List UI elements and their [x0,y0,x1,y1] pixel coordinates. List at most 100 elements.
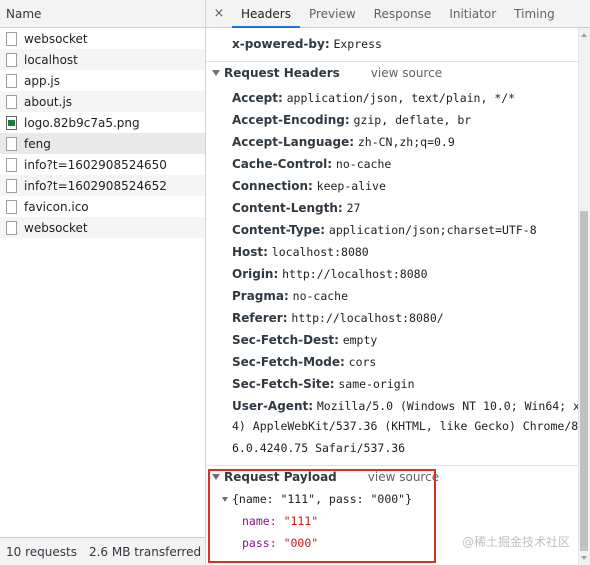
request-name: favicon.ico [24,199,89,214]
payload-field: name: "111" [242,513,318,529]
request-payload-view-source-link[interactable]: view source [368,470,439,484]
request-row[interactable]: localhost [0,49,205,70]
header-key: Accept-Language: [232,135,355,149]
header-row: Host: localhost:8080 [232,244,369,260]
header-row: Accept-Encoding: gzip, deflate, br [232,112,471,128]
request-row[interactable]: info?t=1602908524652 [0,175,205,196]
payload-object-summary[interactable]: {name: "111", pass: "000"} [222,491,412,507]
document-icon [6,157,17,172]
transferred-size: 2.6 MB transferred [88,544,202,559]
collapse-triangle-icon[interactable] [212,70,220,76]
close-icon[interactable]: × [206,0,232,27]
devtools-network-panel: Name websocket localhost app.js about.js… [0,0,590,565]
header-value-continuation: 4) AppleWebKit/537.36 (KHTML, like Gecko… [232,419,578,433]
header-key: Content-Type: [232,223,326,237]
request-name: websocket [24,220,88,235]
header-value: same-origin [338,377,415,391]
header-key: x-powered-by: [232,37,330,51]
tab-initiator[interactable]: Initiator [440,0,505,27]
header-key: Sec-Fetch-Mode: [232,355,345,369]
header-value: no-cache [292,289,349,303]
request-row-selected[interactable]: feng [0,133,205,154]
document-icon [6,178,17,193]
header-value: http://localhost:8080 [282,267,428,281]
request-payload-label: Request Payload [224,470,337,484]
request-row[interactable]: websocket [0,217,205,238]
watermark-text: @稀土掘金技术社区 [461,535,570,549]
header-key: Pragma: [232,289,289,303]
header-row: Accept-Language: zh-CN,zh;q=0.9 [232,134,455,150]
header-row: Sec-Fetch-Dest: empty [232,332,377,348]
header-key: Content-Length: [232,201,343,215]
document-icon [6,52,17,67]
tab-response[interactable]: Response [365,0,441,27]
request-headers-section-title[interactable]: Request Headers view source [212,66,442,80]
tab-headers[interactable]: Headers [232,0,300,28]
header-key: Accept-Encoding: [232,113,350,127]
header-value: application/json;charset=UTF-8 [328,223,537,237]
document-icon [6,136,17,151]
header-row: Cache-Control: no-cache [232,156,391,172]
request-name: info?t=1602908524650 [24,157,167,172]
request-payload-section-title[interactable]: Request Payload view source [212,470,439,484]
request-row[interactable]: websocket [0,28,205,49]
header-row: x-powered-by: Express [232,36,382,52]
header-key: Referer: [232,311,288,325]
header-row: Sec-Fetch-Site: same-origin [232,376,415,392]
header-row: Pragma: no-cache [232,288,348,304]
header-value: zh-CN,zh;q=0.9 [357,135,455,149]
request-name: app.js [24,73,60,88]
header-value-continuation: 6.0.4240.75 Safari/537.36 [232,441,406,455]
status-bar: 10 requests 2.6 MB transferred [0,537,205,565]
header-value: keep-alive [316,179,386,193]
section-divider [206,61,578,62]
header-row: Accept: application/json, text/plain, */… [232,90,515,106]
header-value: cors [348,355,377,369]
section-divider [206,465,578,466]
name-column-header[interactable]: Name [0,0,205,28]
header-key: Sec-Fetch-Site: [232,377,335,391]
expand-triangle-icon[interactable] [222,497,228,502]
request-list-pane: Name websocket localhost app.js about.js… [0,0,206,565]
header-key: User-Agent: [232,399,314,413]
scrollbar-thumb[interactable] [580,211,588,551]
header-key: Host: [232,245,268,259]
collapse-triangle-icon[interactable] [212,474,220,480]
request-row[interactable]: app.js [0,70,205,91]
document-icon [6,220,17,235]
request-name: websocket [24,31,88,46]
document-icon [6,73,17,88]
request-row[interactable]: about.js [0,91,205,112]
request-name: info?t=1602908524652 [24,178,167,193]
header-value: application/json, text/plain, */* [286,91,516,105]
payload-key: pass: [242,536,277,550]
header-row: Content-Length: 27 [232,200,360,216]
vertical-scrollbar[interactable] [578,28,590,565]
header-row: Sec-Fetch-Mode: cors [232,354,376,370]
header-value: http://localhost:8080/ [291,311,444,325]
header-value: Mozilla/5.0 (Windows NT 10.0; Win64; x6 [316,399,578,413]
header-key: Origin: [232,267,279,281]
request-row[interactable]: favicon.ico [0,196,205,217]
header-row: User-Agent: Mozilla/5.0 (Windows NT 10.0… [232,398,578,414]
header-key: Accept: [232,91,283,105]
scroll-up-arrow-icon[interactable] [581,33,587,37]
tab-timing[interactable]: Timing [505,0,564,27]
request-row[interactable]: logo.82b9c7a5.png [0,112,205,133]
payload-value: "000" [283,536,319,550]
request-name: logo.82b9c7a5.png [24,115,140,130]
scroll-down-arrow-icon[interactable] [581,556,587,560]
header-value: gzip, deflate, br [353,113,472,127]
request-name: about.js [24,94,73,109]
tab-preview[interactable]: Preview [300,0,365,27]
payload-key: name: [242,514,277,528]
request-headers-view-source-link[interactable]: view source [371,66,442,80]
header-key: Cache-Control: [232,157,333,171]
request-name: localhost [24,52,78,67]
document-icon [6,199,17,214]
header-value: empty [342,333,378,347]
name-column-label: Name [6,6,42,21]
request-row[interactable]: info?t=1602908524650 [0,154,205,175]
payload-summary-text: {name: "111", pass: "000"} [232,492,413,506]
header-row: Content-Type: application/json;charset=U… [232,222,537,238]
